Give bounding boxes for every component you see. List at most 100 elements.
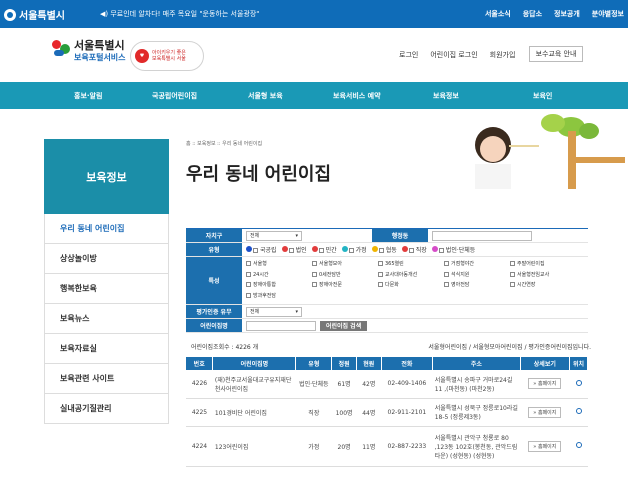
sidebar-item-news[interactable]: 보육뉴스 bbox=[44, 304, 169, 334]
nav-item-seoul[interactable]: 서울형 보육 bbox=[248, 91, 283, 101]
cell-name[interactable]: 101경비단 어린이집 bbox=[212, 398, 296, 427]
sidebar-item-air[interactable]: 실내공기질관리 bbox=[44, 394, 169, 424]
feature-option[interactable]: 장애아통합 bbox=[246, 281, 312, 291]
feature-option[interactable]: 방과후전담 bbox=[246, 292, 312, 302]
feature-option[interactable]: 0세전담반 bbox=[312, 271, 378, 281]
cell-no: 4225 bbox=[186, 398, 213, 427]
type-corporate[interactable]: 법인 bbox=[281, 245, 307, 254]
feature-option[interactable]: 거점형야간 bbox=[444, 260, 510, 270]
cell-no: 4226 bbox=[186, 370, 213, 399]
nav-item-staff[interactable]: 보육인 bbox=[533, 91, 552, 101]
sidebar: 보육정보 우리 동네 어린이집 상상놀이방 행복한보육 보육뉴스 보육자료실 보… bbox=[44, 139, 169, 424]
feature-option[interactable]: 365열린 bbox=[378, 260, 444, 270]
feature-option[interactable]: 서울형 bbox=[246, 260, 312, 270]
cell-tel: 02-911-2101 bbox=[381, 398, 433, 427]
district-label: 자치구 bbox=[186, 229, 242, 242]
daycare-login-link[interactable]: 어린이집 로그인 bbox=[430, 50, 477, 60]
table-row: 4226 (재)천주교서울대교구유지재단천사어린이집 법인·단체등 61명 42명 02-… bbox=[186, 370, 588, 399]
page-title: 우리 동네 어린이집 bbox=[186, 164, 332, 185]
legend-text: 서울형어린이집 / 서울형모아어린이집 / 평가인증어린이집입니다. bbox=[428, 344, 591, 351]
top-bar: 서울특별시 ◀) 무료인데 알차다! 매주 목요일 "운동하는 서울광장" 서울… bbox=[0, 0, 628, 28]
cell-no: 4224 bbox=[186, 426, 213, 467]
type-public[interactable]: 국공립 bbox=[246, 245, 277, 254]
feature-option[interactable]: 시간연장 bbox=[510, 281, 576, 291]
homepage-button[interactable]: » 홈페이지 bbox=[528, 440, 562, 452]
sidebar-item-sites[interactable]: 보육관련 사이트 bbox=[44, 364, 169, 394]
cell-cap: 20명 bbox=[331, 426, 357, 467]
chevron-down-icon: ▾ bbox=[295, 308, 298, 315]
seoul-logo[interactable]: 서울특별시 bbox=[4, 7, 65, 22]
col-cur: 현원 bbox=[356, 357, 382, 370]
feature-option[interactable]: 서울형전임교사 bbox=[510, 271, 576, 281]
signup-link[interactable]: 회원가입 bbox=[490, 50, 516, 60]
district-select[interactable]: 전체 ▾ bbox=[246, 230, 302, 241]
map-pin-icon[interactable] bbox=[575, 379, 582, 386]
login-link[interactable]: 로그인 bbox=[399, 50, 418, 60]
nav-item-promo[interactable]: 홍보·알림 bbox=[74, 91, 102, 101]
sidebar-item-archive[interactable]: 보육자료실 bbox=[44, 334, 169, 364]
top-link-field[interactable]: 분야별정보 bbox=[592, 9, 624, 19]
search-button[interactable]: 어린이집 검색 bbox=[320, 320, 368, 331]
eval-select[interactable]: 전체 ▾ bbox=[246, 306, 302, 317]
seoul-logo-icon bbox=[4, 8, 16, 21]
col-addr: 주소 bbox=[432, 357, 521, 370]
name-input[interactable] bbox=[246, 320, 316, 331]
dong-select[interactable] bbox=[432, 230, 532, 241]
type-org[interactable]: 법인·단체등 bbox=[431, 245, 475, 254]
nav-item-public[interactable]: 국공립어린이집 bbox=[152, 91, 197, 101]
col-type: 유형 bbox=[295, 357, 333, 370]
feature-option[interactable]: 석식지원 bbox=[444, 271, 510, 281]
col-no: 번호 bbox=[186, 357, 214, 370]
portal-logo[interactable]: 서울특별시 보육포털서비스 bbox=[52, 40, 126, 64]
top-link-news[interactable]: 서울소식 bbox=[485, 9, 511, 19]
breadcrumb: 홈 :: 보육정보 :: 우리 동네 어린이집 bbox=[186, 141, 263, 147]
feature-option[interactable]: 다문화 bbox=[378, 281, 444, 291]
sidebar-item-happy[interactable]: 행복한보육 bbox=[44, 274, 169, 304]
cell-name[interactable]: (재)천주교서울대교구유지재단천사어린이집 bbox=[212, 370, 296, 399]
main-nav: 홍보·알림 국공립어린이집 서울형 보육 보육서비스 예약 보육정보 보육인 bbox=[0, 82, 628, 109]
col-name: 어린이집명 bbox=[212, 357, 297, 370]
col-cap: 정원 bbox=[331, 357, 357, 370]
top-link-response[interactable]: 응답소 bbox=[523, 9, 542, 19]
top-links: 서울소식 응답소 정보공개 분야별정보 bbox=[485, 9, 624, 19]
map-pin-icon[interactable] bbox=[575, 442, 582, 448]
result-summary: 어린이집조회수 : 4226 개 서울형어린이집 / 서울형모아어린이집 / 평… bbox=[191, 342, 591, 351]
homepage-button[interactable]: » 홈페이지 bbox=[528, 378, 562, 390]
type-private[interactable]: 민간 bbox=[311, 245, 337, 254]
table-row: 4225 101경비단 어린이집 직장 100명 44명 02-911-2101 서울특별시… bbox=[186, 398, 588, 427]
brand-line2: 보육포털서비스 bbox=[74, 53, 126, 62]
feature-option[interactable]: 주말어린이집 bbox=[510, 260, 576, 270]
training-guide-button[interactable]: 보수교육 안내 bbox=[529, 46, 583, 62]
feature-option[interactable]: 장애아전문 bbox=[312, 281, 378, 291]
notice-text[interactable]: ◀) 무료인데 알차다! 매주 목요일 "운동하는 서울광장" bbox=[100, 9, 260, 19]
top-link-info[interactable]: 정보공개 bbox=[554, 9, 580, 19]
cell-type: 직장 bbox=[295, 398, 332, 427]
cell-addr: 서울특별시 송파구 거마로24길 11 ,(마천동) (마천2동) bbox=[432, 370, 521, 399]
feature-option[interactable]: 영아전담 bbox=[444, 281, 510, 291]
sidebar-item-playroom[interactable]: 상상놀이방 bbox=[44, 244, 169, 274]
cell-cap: 61명 bbox=[331, 370, 357, 399]
feature-option[interactable]: 서울형모아 bbox=[312, 260, 378, 270]
type-home[interactable]: 가정 bbox=[341, 245, 367, 254]
type-workplace[interactable]: 직장 bbox=[401, 245, 427, 254]
type-coop[interactable]: 협동 bbox=[371, 245, 397, 254]
table-row: 4224 123어린이집 가정 20명 11명 02-887-2233 서울특별시 관악구 … bbox=[186, 426, 588, 467]
col-detail: 상세보기 bbox=[520, 357, 571, 370]
portal-logo-icon bbox=[52, 40, 70, 58]
chevron-down-icon: ▾ bbox=[295, 232, 298, 239]
cell-name[interactable]: 123어린이집 bbox=[212, 426, 296, 467]
eval-label: 평가인증 유무 bbox=[186, 305, 242, 318]
header: 서울특별시 보육포털서비스 ♥ 아이키우기 좋은 보육특별시 서울 로그인 어린이… bbox=[0, 28, 628, 82]
homepage-button[interactable]: » 홈페이지 bbox=[528, 406, 562, 418]
type-label: 유형 bbox=[186, 243, 242, 256]
badge-line2: 보육특별시 서울 bbox=[152, 56, 186, 62]
nav-item-info[interactable]: 보육정보 bbox=[433, 91, 459, 101]
feature-option[interactable]: 24시간 bbox=[246, 271, 312, 281]
feature-label: 특성 bbox=[186, 257, 242, 304]
sidebar-item-local-daycare[interactable]: 우리 동네 어린이집 bbox=[44, 214, 169, 244]
feature-option[interactable]: 교사대아동개선 bbox=[378, 271, 444, 281]
campaign-badge[interactable]: ♥ 아이키우기 좋은 보육특별시 서울 bbox=[130, 41, 204, 71]
nav-item-reservation[interactable]: 보육서비스 예약 bbox=[333, 91, 381, 101]
map-pin-icon[interactable] bbox=[575, 408, 582, 414]
result-count: 어린이집조회수 : 4226 개 bbox=[191, 344, 259, 351]
